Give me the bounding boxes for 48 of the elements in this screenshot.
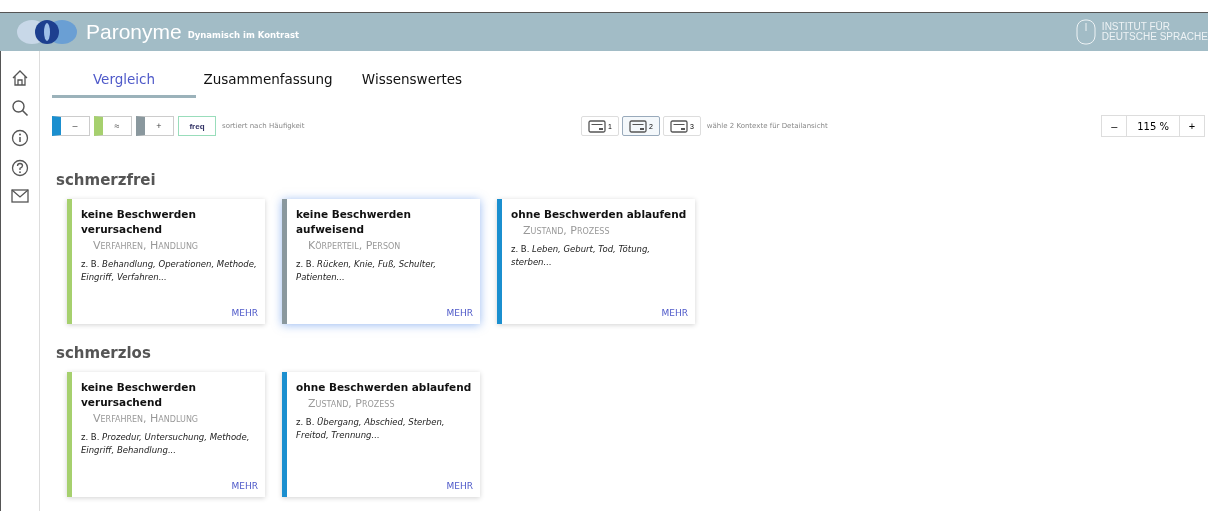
institute-name: DEUTSCHE SPRACHE [1101,32,1208,42]
card-category: Körperteil, Person [308,239,402,252]
meaning-card[interactable]: keine Beschwerden verursachend Verfahren, Handlung z. B. Behandlung, Operationen, Methode, Eingriff, Verfahren... MEHR [67,199,265,324]
meaning-card[interactable]: ohne Beschwerden ablaufend Zustand, Prozess z. B. Übergang, Abschied, Sterben, Freitod, Trennung... MEHR [282,372,480,497]
home-icon[interactable] [11,69,29,87]
card-title: keine Beschwerden aufweisend [296,207,412,237]
card-category: Verfahren, Handlung [93,239,200,252]
card-view-icon [588,119,607,133]
more-link[interactable]: MEHR [231,308,258,318]
card-examples: z. B. Behandlung, Operationen, Methode, Eingriff, Verfahren... [81,258,258,284]
card-view-icon [669,119,688,133]
institute-name: INSTITUT FÜR [1101,22,1171,32]
help-icon[interactable] [11,159,29,177]
card-examples: z. B. Rücken, Knie, Fuß, Schulter, Patienten... [296,258,437,284]
info-icon[interactable] [11,129,29,147]
tab[interactable]: Wissenswertes [340,67,484,98]
institute-logo-icon [1075,19,1096,45]
card-category: Zustand, Prozess [308,397,396,410]
card-view-icon [629,119,647,133]
more-link[interactable]: MEHR [231,481,258,491]
mail-icon[interactable] [11,189,29,203]
card-category: Zustand, Prozess [523,224,611,237]
meaning-card[interactable]: keine Beschwerden verursachend Verfahren, Handlung z. B. Prozedur, Untersuchung, Methode, Eingriff, Behandlung... MEHR [67,372,265,497]
card-title: ohne Beschwerden ablaufend [296,380,473,395]
search-icon[interactable] [11,99,29,117]
freq-button[interactable]: freq [178,116,216,136]
filter-button[interactable]: ≈ [94,116,132,136]
more-link[interactable]: MEHR [446,308,473,318]
app-title: Paronyme [86,20,182,44]
card-title: keine Beschwerden verursachend [81,380,197,410]
filter-button[interactable]: + [136,116,174,136]
card-title: keine Beschwerden verursachend [81,207,197,237]
word-heading: schmerzfrei [56,171,157,189]
card-examples: z. B. Prozedur, Untersuchung, Methode, Eingriff, Behandlung... [81,431,251,457]
card-category: Verfahren, Handlung [93,412,200,425]
app-subtitle: Dynamisch im Kontrast [187,30,300,40]
word-heading: schmerzlos [56,344,152,362]
more-link[interactable]: MEHR [446,481,473,491]
eye-logo-icon [16,19,80,45]
card-examples: z. B. Leben, Geburt, Tod, Tötung, sterben... [511,243,651,269]
meaning-card[interactable]: ohne Beschwerden ablaufend Zustand, Prozess z. B. Leben, Geburt, Tod, Tötung, sterben... MEHR [497,199,695,324]
tab[interactable]: Zusammenfassung [196,67,340,98]
card-title: ohne Beschwerden ablaufend [511,207,688,222]
filter-button[interactable]: – [52,116,90,136]
meaning-card[interactable]: keine Beschwerden aufweisend Körperteil, Person z. B. Rücken, Knie, Fuß, Schulter, Patienten... MEHR [282,199,480,324]
card-examples: z. B. Übergang, Abschied, Sterben, Freitod, Trennung... [296,416,446,442]
more-link[interactable]: MEHR [661,308,688,318]
tab[interactable]: Vergleich [52,67,196,98]
